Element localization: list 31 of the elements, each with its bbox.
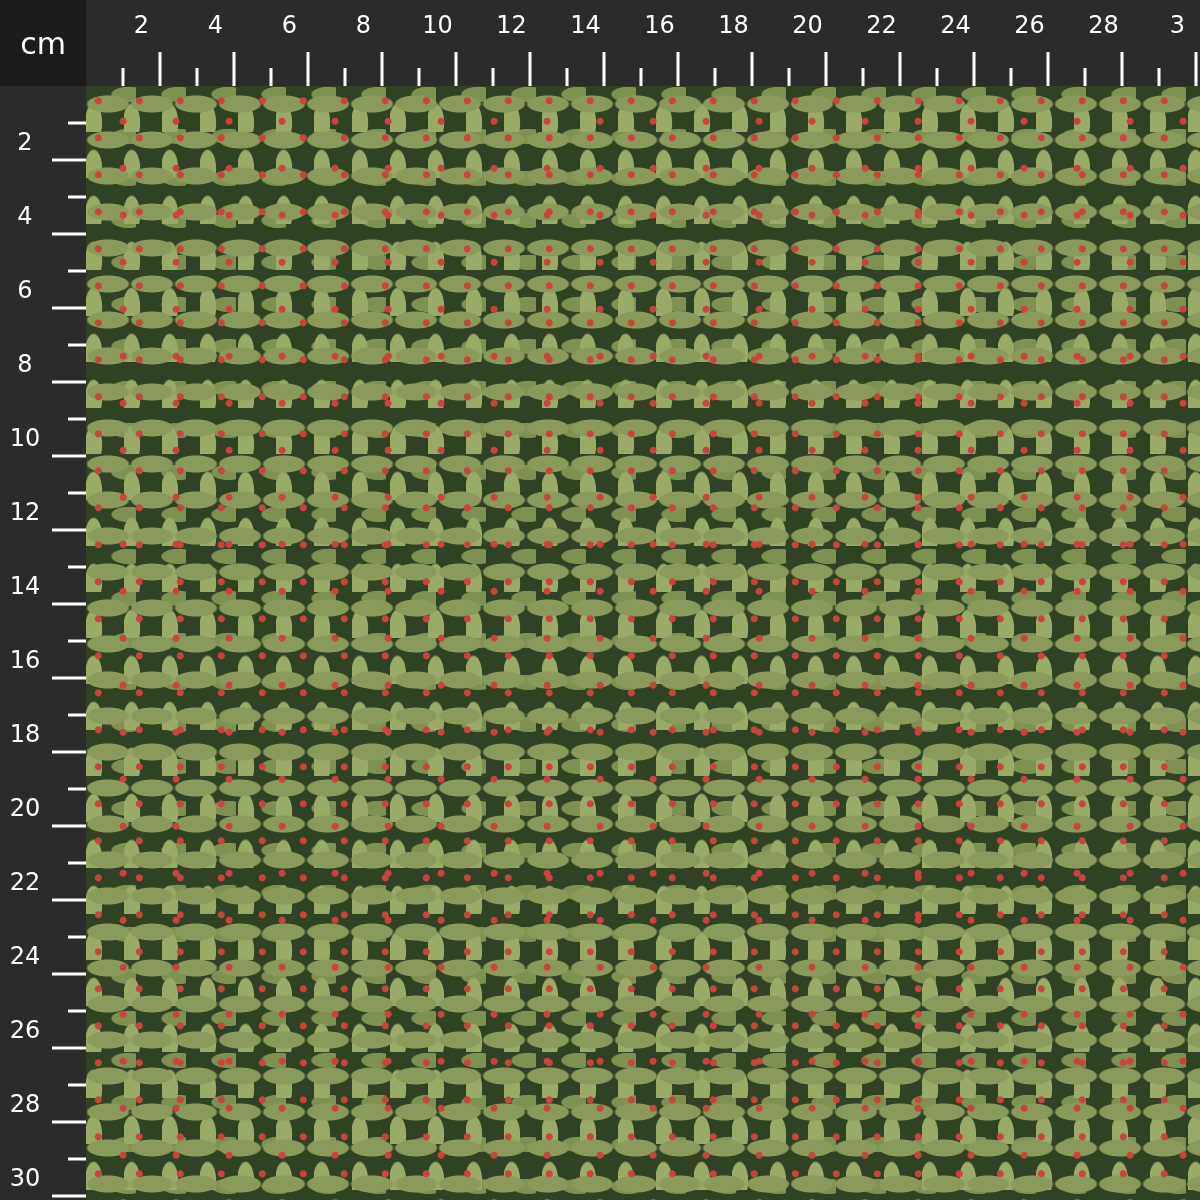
ruler-label: 28 xyxy=(9,1089,41,1118)
ruler-label: 3 xyxy=(1169,11,1186,39)
ruler-label: 2 xyxy=(133,11,150,39)
ruler-label: 24 xyxy=(940,11,971,39)
ruler-label: 18 xyxy=(9,719,41,748)
ruler-label: 20 xyxy=(9,793,41,822)
ruler-label: 20 xyxy=(792,11,823,39)
ruler-label: 4 xyxy=(207,11,224,39)
ruler-label: 6 xyxy=(281,11,298,39)
ruler-label: 22 xyxy=(9,867,41,896)
ruler-label: 8 xyxy=(355,11,372,39)
ruler-label: 16 xyxy=(644,11,675,39)
ruler-label: 24 xyxy=(9,941,41,970)
ruler-label: 10 xyxy=(9,423,41,452)
ruler-label: 30 xyxy=(9,1163,41,1192)
ruler-label: 14 xyxy=(570,11,601,39)
ruler-label: 14 xyxy=(9,571,41,600)
ruler-label: 12 xyxy=(496,11,527,39)
ruler-label: 8 xyxy=(17,349,33,378)
ruler-label: 26 xyxy=(1014,11,1045,39)
ruler-label: 6 xyxy=(17,275,33,304)
ruler-label: 28 xyxy=(1088,11,1119,39)
ruler-label: 22 xyxy=(866,11,897,39)
ruler-label: 10 xyxy=(422,11,453,39)
ruler-label: 16 xyxy=(9,645,41,674)
ruler-label: 26 xyxy=(9,1015,41,1044)
ruler-label: 12 xyxy=(9,497,41,526)
ruler-label: 2 xyxy=(17,127,33,156)
unit-label: cm xyxy=(20,25,66,61)
ruler-label: 18 xyxy=(718,11,749,39)
ruler-label: 4 xyxy=(17,201,33,230)
